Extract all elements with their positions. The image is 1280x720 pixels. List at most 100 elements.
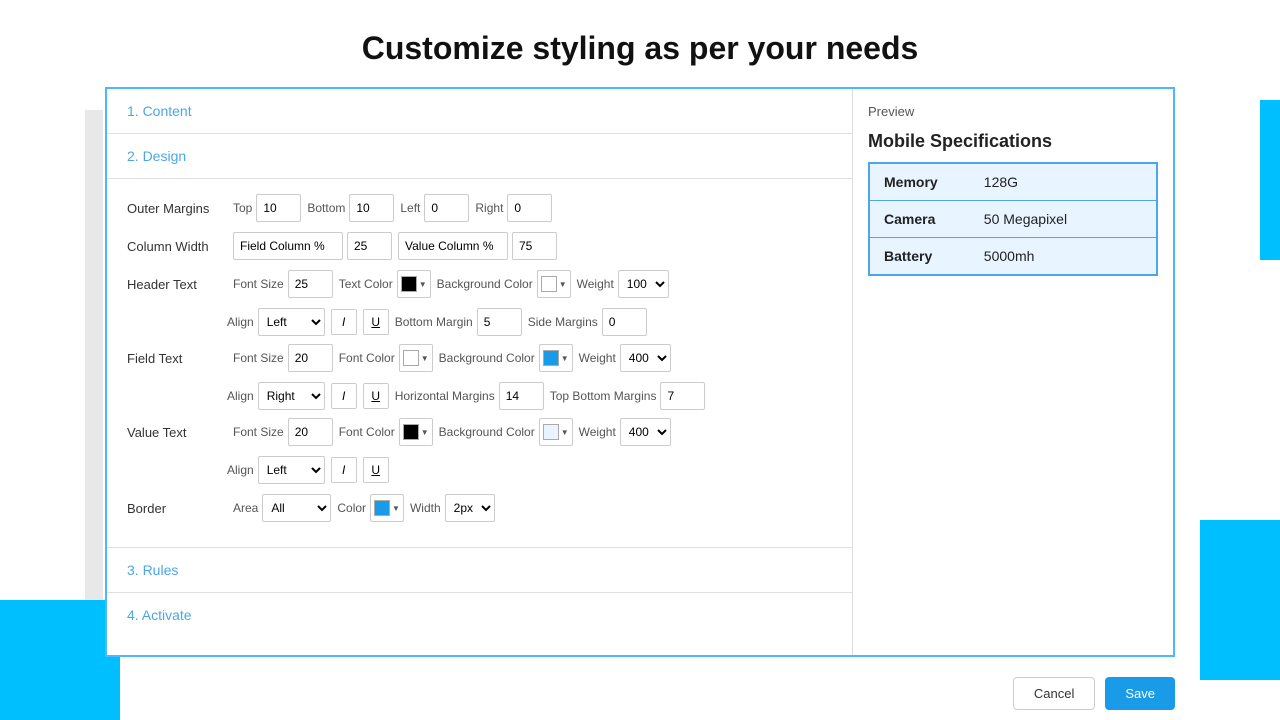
border-width-select[interactable]: 2px1px3px4px bbox=[445, 494, 495, 522]
field-tb-margins-input[interactable] bbox=[660, 382, 705, 410]
blue-decoration-top-right bbox=[1260, 100, 1280, 260]
field-weight-select[interactable]: 400100700 bbox=[620, 344, 671, 372]
outer-margins-row: Outer Margins Top Bottom Left Right bbox=[127, 194, 832, 222]
value-column-value-input[interactable] bbox=[512, 232, 557, 260]
header-side-margins-label: Side Margins bbox=[528, 315, 598, 329]
border-area-group: Area AllTopBottomLeftRight bbox=[233, 494, 331, 522]
outer-margins-label: Outer Margins bbox=[127, 201, 227, 216]
outer-margins-left-group: Left bbox=[400, 194, 469, 222]
section-activate-header[interactable]: 4. Activate bbox=[107, 593, 852, 637]
right-label: Right bbox=[475, 201, 503, 215]
field-align-select[interactable]: RightLeftCenter bbox=[258, 382, 325, 410]
field-h-margins-input[interactable] bbox=[499, 382, 544, 410]
value-text-section: Value Text Font Size Font Color ▼ Backgr… bbox=[127, 418, 832, 484]
field-font-color-label: Font Color bbox=[339, 351, 395, 365]
border-color-picker[interactable]: ▼ bbox=[370, 494, 404, 522]
main-container: 1. Content 2. Design Outer Margins Top B… bbox=[105, 87, 1175, 657]
section-design-header[interactable]: 2. Design bbox=[107, 134, 852, 179]
header-text-section: Header Text Font Size Text Color ▼ Backg… bbox=[127, 270, 832, 336]
header-bottom-margin-group: Bottom Margin bbox=[395, 308, 522, 336]
column-width-row: Column Width bbox=[127, 232, 832, 260]
preview-value-cell: 50 Megapixel bbox=[970, 201, 1157, 238]
value-column-label-input bbox=[398, 232, 508, 260]
field-align-label: Align bbox=[227, 389, 254, 403]
header-weight-select[interactable]: 100200300400 bbox=[618, 270, 669, 298]
value-weight-group: Weight 400100700 bbox=[579, 418, 671, 446]
outer-margins-right-input[interactable] bbox=[507, 194, 552, 222]
header-italic-button[interactable]: I bbox=[331, 309, 357, 335]
border-color-swatch bbox=[374, 500, 390, 516]
header-bg-color-swatch bbox=[541, 276, 557, 292]
value-text-label: Value Text bbox=[127, 425, 227, 440]
outer-margins-bottom-input[interactable] bbox=[349, 194, 394, 222]
field-tb-margins-label: Top Bottom Margins bbox=[550, 389, 657, 403]
value-weight-select[interactable]: 400100700 bbox=[620, 418, 671, 446]
header-align-group: Align LeftRightCenter bbox=[227, 308, 325, 336]
outer-margins-right-group: Right bbox=[475, 194, 552, 222]
border-color-label: Color bbox=[337, 501, 366, 515]
outer-margins-top-input[interactable] bbox=[256, 194, 301, 222]
header-font-size-group: Font Size bbox=[233, 270, 333, 298]
field-text-section: Field Text Font Size Font Color ▼ Backgr… bbox=[127, 344, 832, 410]
field-italic-button[interactable]: I bbox=[331, 383, 357, 409]
field-font-size-group: Font Size bbox=[233, 344, 333, 372]
field-text-row1: Field Text Font Size Font Color ▼ Backgr… bbox=[127, 344, 832, 372]
header-text-label: Header Text bbox=[127, 277, 227, 292]
preview-subtitle: Mobile Specifications bbox=[868, 131, 1158, 152]
header-bg-color-picker[interactable]: ▼ bbox=[537, 270, 571, 298]
field-column-value-input[interactable] bbox=[347, 232, 392, 260]
value-bg-color-label: Background Color bbox=[439, 425, 535, 439]
preview-field-cell: Memory bbox=[869, 163, 970, 201]
field-weight-group: Weight 400100700 bbox=[579, 344, 671, 372]
preview-table-row: Camera50 Megapixel bbox=[869, 201, 1157, 238]
header-text-row2: Align LeftRightCenter I U Bottom Margin … bbox=[127, 308, 832, 336]
value-font-size-input[interactable] bbox=[288, 418, 333, 446]
header-bottom-margin-input[interactable] bbox=[477, 308, 522, 336]
field-font-color-picker[interactable]: ▼ bbox=[399, 344, 433, 372]
value-text-row2: Align LeftRightCenter I U bbox=[127, 456, 832, 484]
field-underline-button[interactable]: U bbox=[363, 383, 389, 409]
bottom-label: Bottom bbox=[307, 201, 345, 215]
header-align-select[interactable]: LeftRightCenter bbox=[258, 308, 325, 336]
value-italic-button[interactable]: I bbox=[331, 457, 357, 483]
field-bg-color-picker[interactable]: ▼ bbox=[539, 344, 573, 372]
value-align-select[interactable]: LeftRightCenter bbox=[258, 456, 325, 484]
content-label: 1. Content bbox=[127, 103, 192, 119]
value-bg-color-picker[interactable]: ▼ bbox=[539, 418, 573, 446]
border-label: Border bbox=[127, 501, 227, 516]
header-align-label: Align bbox=[227, 315, 254, 329]
value-weight-label: Weight bbox=[579, 425, 616, 439]
outer-margins-left-input[interactable] bbox=[424, 194, 469, 222]
field-tb-margins-group: Top Bottom Margins bbox=[550, 382, 706, 410]
preview-value-cell: 5000mh bbox=[970, 238, 1157, 276]
header-text-row1: Header Text Font Size Text Color ▼ Backg… bbox=[127, 270, 832, 298]
value-align-label: Align bbox=[227, 463, 254, 477]
header-bg-color-label: Background Color bbox=[437, 277, 533, 291]
value-font-color-label: Font Color bbox=[339, 425, 395, 439]
section-content-header[interactable]: 1. Content bbox=[107, 89, 852, 134]
header-text-color-swatch bbox=[401, 276, 417, 292]
save-button[interactable]: Save bbox=[1105, 677, 1175, 710]
header-text-color-picker[interactable]: ▼ bbox=[397, 270, 431, 298]
header-text-color-label: Text Color bbox=[339, 277, 393, 291]
bottom-bar: Cancel Save bbox=[1013, 667, 1175, 720]
field-font-size-input[interactable] bbox=[288, 344, 333, 372]
section-rules-header[interactable]: 3. Rules bbox=[107, 548, 852, 593]
header-side-margins-input[interactable] bbox=[602, 308, 647, 336]
value-underline-button[interactable]: U bbox=[363, 457, 389, 483]
header-font-size-input[interactable] bbox=[288, 270, 333, 298]
border-area-select[interactable]: AllTopBottomLeftRight bbox=[262, 494, 331, 522]
column-width-label: Column Width bbox=[127, 239, 227, 254]
value-font-color-picker[interactable]: ▼ bbox=[399, 418, 433, 446]
value-font-color-group: Font Color ▼ bbox=[339, 418, 433, 446]
value-text-row1: Value Text Font Size Font Color ▼ Backgr… bbox=[127, 418, 832, 446]
rules-label: 3. Rules bbox=[127, 562, 178, 578]
field-bg-color-swatch bbox=[543, 350, 559, 366]
field-font-color-swatch bbox=[403, 350, 419, 366]
value-font-color-swatch bbox=[403, 424, 419, 440]
right-panel: Preview Mobile Specifications Memory128G… bbox=[853, 89, 1173, 655]
left-panel: 1. Content 2. Design Outer Margins Top B… bbox=[107, 89, 853, 655]
header-underline-button[interactable]: U bbox=[363, 309, 389, 335]
border-area-label: Area bbox=[233, 501, 258, 515]
cancel-button[interactable]: Cancel bbox=[1013, 677, 1095, 710]
